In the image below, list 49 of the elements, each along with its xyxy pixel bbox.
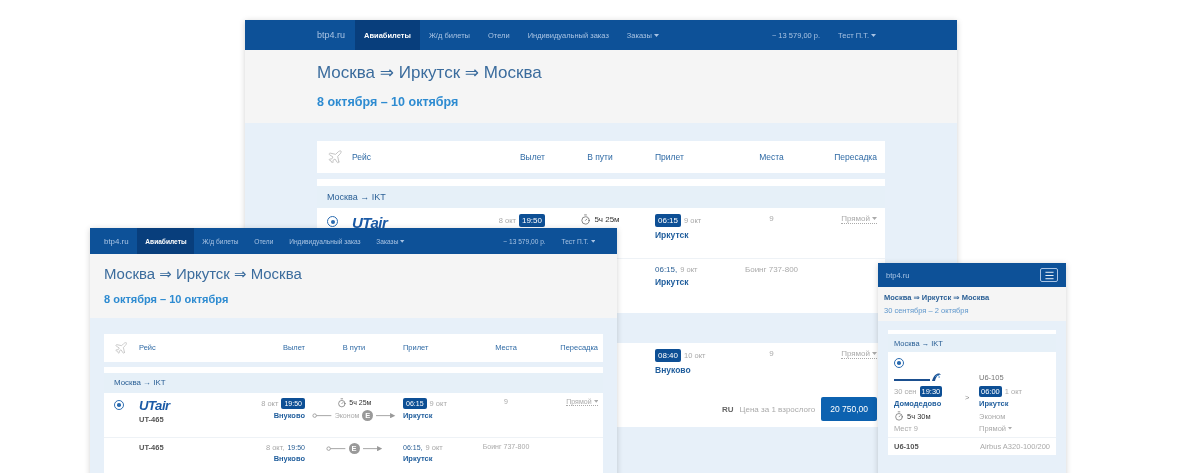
- trip-dates: 8 октября – 10 октября: [317, 95, 460, 109]
- arrival-airport: Иркутск: [655, 277, 689, 287]
- route-group-label: Москва → IKT: [327, 192, 386, 202]
- caret-icon: [590, 239, 596, 243]
- plane-icon: [327, 149, 343, 165]
- column-header: Рейс: [352, 152, 373, 162]
- route-line-icon: [312, 413, 332, 419]
- menu-button[interactable]: [1040, 268, 1058, 282]
- transfer-dropdown[interactable]: Прямой: [841, 214, 877, 224]
- airline-logo: UTair: [139, 397, 170, 413]
- aircraft-model: Боинг 737-800: [744, 265, 799, 274]
- route-title: Москва ⇒ Иркутск ⇒ Москва: [104, 264, 303, 283]
- column-header: Прилет: [655, 152, 685, 162]
- arrival-airport: Внуково: [655, 365, 691, 375]
- price-label: Цена за 1 взрослого: [739, 404, 816, 414]
- caret-icon: [653, 33, 659, 37]
- route-title: Москва ⇒ Иркутск ⇒ Москва: [317, 62, 543, 83]
- caret-icon: [593, 400, 598, 403]
- currency-code: RU: [722, 404, 734, 414]
- caret-icon: [1008, 427, 1013, 430]
- arrow-icon: [362, 445, 382, 451]
- arrow-icon: [376, 413, 396, 419]
- caret-icon: [872, 352, 877, 355]
- flight-duration: 5ч 25м: [594, 215, 620, 224]
- column-header: Места: [758, 152, 785, 162]
- timer-icon: [894, 411, 904, 422]
- arrival-airport: Иркутск: [655, 230, 689, 240]
- trip-dates: 8 октября – 10 октября: [104, 293, 230, 306]
- seats-count: 9: [769, 214, 774, 223]
- caret-icon: [872, 217, 877, 220]
- arrival-time: 08:40: [655, 349, 682, 362]
- caret-icon: [871, 33, 876, 37]
- seats-count: 9: [769, 349, 774, 358]
- column-header: В пути: [586, 152, 614, 162]
- departure-time: 19:50: [518, 214, 545, 227]
- caret-icon: [400, 239, 405, 243]
- timer-icon: [580, 214, 592, 225]
- price-button[interactable]: 20 750,00: [821, 397, 877, 421]
- site-logo-link[interactable]: btp4.ru: [317, 30, 356, 40]
- arrival-time: 06:15: [655, 214, 682, 227]
- arrival-time: 06:15,: [655, 265, 678, 274]
- transfer-dropdown[interactable]: Прямой: [841, 349, 877, 359]
- menu-icon: [1043, 269, 1055, 281]
- route-line-icon: [326, 445, 346, 451]
- airline-logo: UTair: [352, 214, 388, 231]
- timer-icon: [336, 397, 347, 408]
- plane-icon: [114, 340, 129, 355]
- column-header: Пересадка: [833, 152, 877, 162]
- column-header: Вылет: [518, 152, 545, 162]
